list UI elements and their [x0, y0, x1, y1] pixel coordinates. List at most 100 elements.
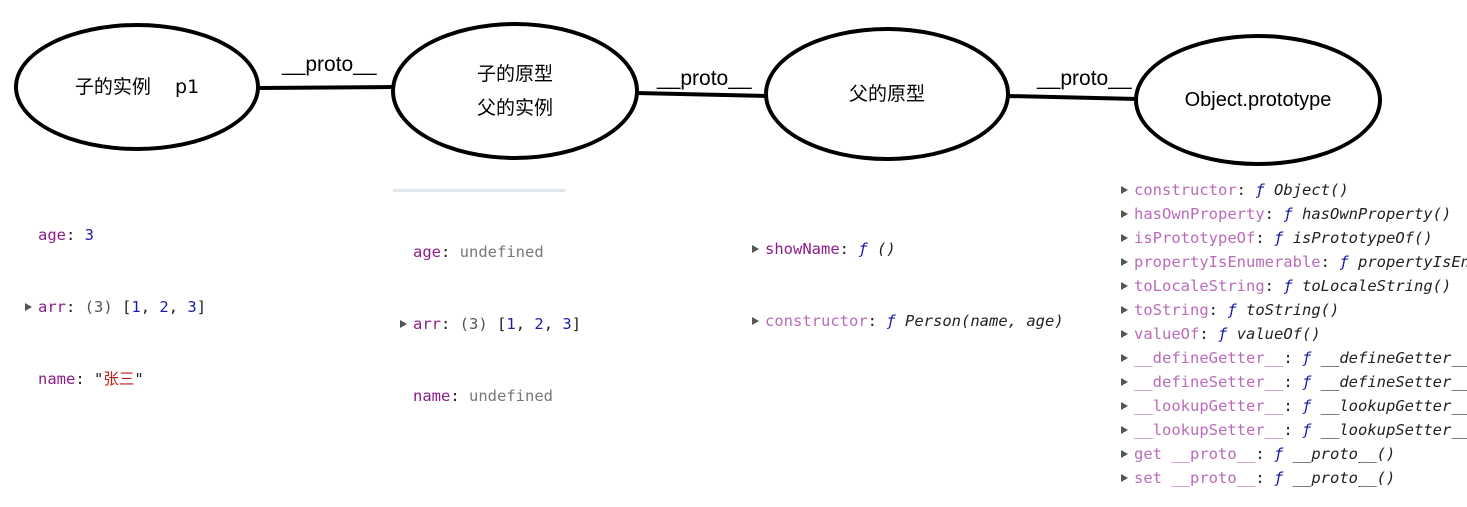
bracket-close: ]	[196, 298, 207, 316]
expand-triangle-icon[interactable]	[1121, 210, 1128, 218]
prop-value: undefined	[469, 387, 553, 405]
prop-row-object-prototype[interactable]: __lookupGetter__: ƒ __lookupGetter__()	[1120, 394, 1467, 418]
object-prototype-panel-bg: constructor: ƒ Object() hasOwnProperty: ƒ…	[1112, 168, 1467, 494]
prop-key: propertyIsEnumerable	[1134, 253, 1321, 271]
prop-key: toLocaleString	[1134, 277, 1265, 295]
array-item: 2	[159, 298, 169, 316]
function-icon: ƒ	[1301, 349, 1312, 367]
function-icon: ƒ	[1301, 373, 1312, 391]
function-icon: ƒ	[886, 312, 896, 330]
prop-row-showName[interactable]: showName: ƒ ()	[751, 237, 1064, 261]
bracket-close: ]	[571, 315, 582, 333]
node-child-prototype-line-1: 子的原型	[476, 63, 553, 85]
prop-key: age	[38, 226, 66, 244]
expand-triangle-icon[interactable]	[1121, 234, 1128, 242]
array-item: 1	[506, 315, 516, 333]
prop-key: isPrototypeOf	[1134, 229, 1256, 247]
function-icon: ƒ	[1283, 277, 1293, 295]
function-signature: isPrototypeOf()	[1292, 229, 1433, 247]
function-icon: ƒ	[1274, 445, 1284, 463]
console-object-prototype: constructor: ƒ Object() hasOwnProperty: ƒ…	[1120, 178, 1467, 490]
prop-row-object-prototype[interactable]: __defineSetter__: ƒ __defineSetter__()	[1120, 370, 1467, 394]
expand-triangle-icon[interactable]	[1121, 306, 1128, 314]
array-item: 2	[534, 315, 544, 333]
prop-key: arr	[413, 315, 441, 333]
function-icon: ƒ	[1255, 181, 1265, 199]
console-parent-prototype: showName: ƒ () constructor: ƒ Person(nam…	[751, 189, 1064, 357]
expand-triangle-icon[interactable]	[752, 317, 759, 325]
bracket-open: [	[122, 298, 132, 316]
prop-key: name	[413, 387, 451, 405]
prop-row-name[interactable]: name: undefined	[399, 384, 581, 408]
prop-value: undefined	[459, 243, 544, 261]
prop-row-object-prototype[interactable]: constructor: ƒ Object()	[1120, 178, 1467, 202]
prop-key: constructor	[765, 312, 868, 330]
function-signature: __lookupSetter__()	[1320, 421, 1467, 439]
array-count: (3)	[459, 315, 488, 333]
function-icon: ƒ	[858, 240, 868, 258]
prop-row-object-prototype[interactable]: toString: ƒ toString()	[1120, 298, 1467, 322]
prop-row-object-prototype[interactable]: get __proto__: ƒ __proto__()	[1120, 442, 1467, 466]
prop-key: __defineGetter__	[1134, 349, 1284, 367]
node-parent-prototype: 父的原型	[764, 27, 1010, 161]
expand-triangle-icon[interactable]	[1121, 258, 1128, 266]
prop-row-object-prototype[interactable]: isPrototypeOf: ƒ isPrototypeOf()	[1120, 226, 1467, 250]
node-object-prototype: Object.prototype	[1134, 34, 1382, 166]
prop-key: __defineSetter__	[1134, 373, 1284, 391]
prop-row-object-prototype[interactable]: set __proto__: ƒ __proto__()	[1120, 466, 1467, 490]
expand-triangle-icon[interactable]	[1121, 354, 1128, 362]
prop-row-constructor[interactable]: constructor: ƒ Person(name, age)	[751, 309, 1064, 333]
prop-row-object-prototype[interactable]: hasOwnProperty: ƒ hasOwnProperty()	[1120, 202, 1467, 226]
prop-row-object-prototype[interactable]: __defineGetter__: ƒ __defineGetter__()	[1120, 346, 1467, 370]
function-signature: hasOwnProperty()	[1302, 205, 1452, 223]
function-signature: valueOf()	[1236, 325, 1321, 343]
expand-triangle-icon[interactable]	[1121, 378, 1128, 386]
prop-key: showName	[765, 240, 840, 258]
expand-triangle-icon[interactable]	[25, 303, 32, 311]
prop-key: __lookupSetter__	[1134, 421, 1284, 439]
prop-value: 张三	[103, 370, 135, 388]
prop-key: hasOwnProperty	[1134, 205, 1265, 223]
node-child-prototype-line-2: 父的实例	[476, 97, 553, 119]
expand-triangle-icon[interactable]	[752, 245, 759, 253]
expand-triangle-icon[interactable]	[1121, 450, 1128, 458]
expand-triangle-icon[interactable]	[1121, 402, 1128, 410]
quote-close: "	[134, 370, 144, 388]
console-child-prototype: age: undefined arr: (3) [1, 2, 3] name: …	[399, 192, 581, 432]
function-signature: ()	[877, 240, 896, 258]
quote-open: "	[94, 370, 104, 388]
node-child-instance: 子的实例 p1	[14, 23, 260, 151]
function-icon: ƒ	[1301, 421, 1312, 439]
expand-triangle-icon[interactable]	[1121, 426, 1128, 434]
prop-key: valueOf	[1134, 325, 1200, 343]
prop-row-object-prototype[interactable]: __lookupSetter__: ƒ __lookupSetter__()	[1120, 418, 1467, 442]
function-icon: ƒ	[1283, 205, 1293, 223]
prop-key: arr	[38, 298, 66, 316]
prop-row-arr[interactable]: arr: (3) [1, 2, 3]	[24, 295, 206, 319]
prop-row-object-prototype[interactable]: toLocaleString: ƒ toLocaleString()	[1120, 274, 1467, 298]
function-signature: propertyIsEnumerable()	[1358, 253, 1467, 271]
expand-triangle-icon[interactable]	[400, 320, 407, 328]
prop-key: set __proto__	[1134, 469, 1256, 487]
prop-key: get __proto__	[1134, 445, 1256, 463]
function-signature: __defineGetter__()	[1320, 349, 1467, 367]
edge-label-3: __proto__	[1037, 67, 1132, 90]
prop-row-name[interactable]: name: "张三"	[24, 367, 206, 391]
prop-row-age[interactable]: age: undefined	[399, 240, 581, 264]
function-icon: ƒ	[1218, 325, 1228, 343]
prop-key: toString	[1134, 301, 1209, 319]
expand-triangle-icon[interactable]	[1121, 186, 1128, 194]
prop-row-arr[interactable]: arr: (3) [1, 2, 3]	[399, 312, 581, 336]
function-icon: ƒ	[1274, 229, 1284, 247]
expand-triangle-icon[interactable]	[1121, 474, 1128, 482]
prop-row-object-prototype[interactable]: valueOf: ƒ valueOf()	[1120, 322, 1467, 346]
prop-row-age[interactable]: age: 3	[24, 223, 206, 247]
expand-triangle-icon[interactable]	[1121, 330, 1128, 338]
function-signature: __proto__()	[1292, 445, 1396, 463]
function-icon: ƒ	[1301, 397, 1312, 415]
expand-triangle-icon[interactable]	[1121, 282, 1128, 290]
prop-row-object-prototype[interactable]: propertyIsEnumerable: ƒ propertyIsEnumer…	[1120, 250, 1467, 274]
array-item: 1	[131, 298, 141, 316]
function-signature: toString()	[1246, 301, 1340, 319]
function-icon: ƒ	[1274, 469, 1284, 487]
